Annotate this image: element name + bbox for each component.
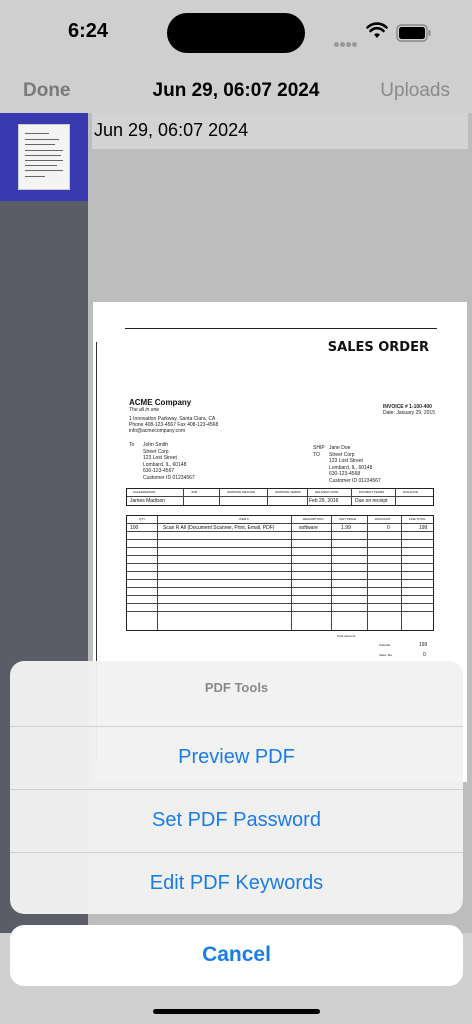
home-indicator[interactable] — [153, 1009, 320, 1014]
edit-pdf-keywords-button[interactable]: Edit PDF Keywords — [10, 853, 463, 914]
set-pdf-password-button[interactable]: Set PDF Password — [10, 790, 463, 853]
action-sheet-title: PDF Tools — [10, 661, 463, 727]
preview-pdf-button[interactable]: Preview PDF — [10, 727, 463, 790]
action-sheet-group: PDF Tools Preview PDF Set PDF Password E… — [10, 661, 463, 914]
action-sheet: PDF Tools Preview PDF Set PDF Password E… — [0, 0, 472, 1024]
cancel-button[interactable]: Cancel — [10, 925, 463, 986]
